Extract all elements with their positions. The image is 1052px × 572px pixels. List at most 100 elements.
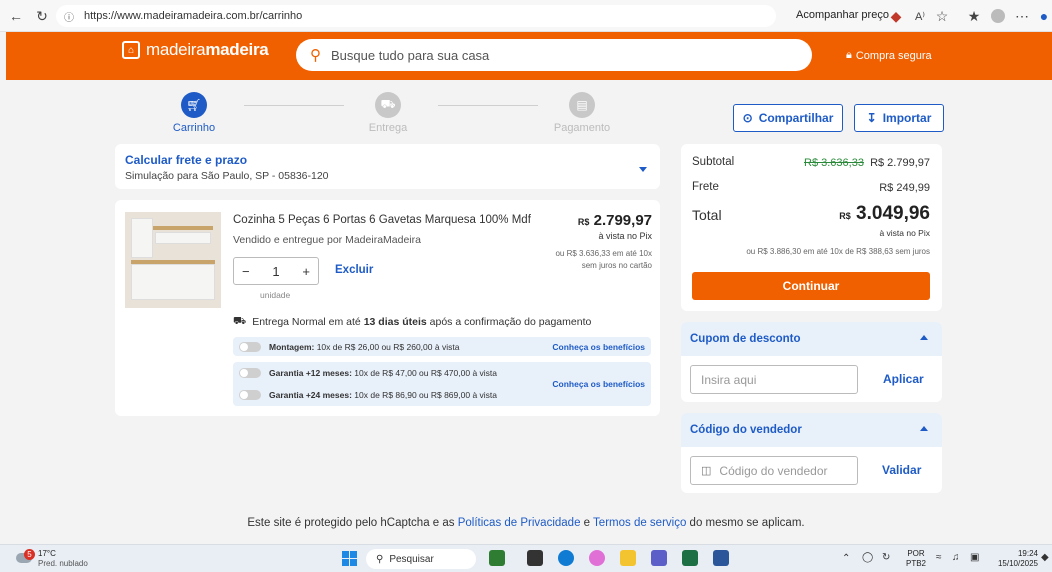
battery-icon[interactable]: ▣ xyxy=(970,552,979,563)
truck-icon: ⛟ xyxy=(233,315,247,327)
total-currency: R$ xyxy=(839,211,851,221)
continue-button[interactable]: Continuar xyxy=(692,272,930,300)
wifi-icon[interactable]: ≈ xyxy=(936,552,942,563)
site-logo[interactable]: ⌂ madeiramadeira xyxy=(122,40,269,60)
chevron-down-icon[interactable] xyxy=(639,167,647,172)
photos-app-icon[interactable] xyxy=(489,550,505,566)
terms-link[interactable]: Termos de serviço xyxy=(593,517,686,529)
coupon-input[interactable]: Insira aqui xyxy=(690,365,858,394)
volume-icon[interactable]: ♫ xyxy=(952,552,960,563)
seller-code-input[interactable]: ◫ Código do vendedor xyxy=(690,456,858,485)
cart-icon: 🛒︎ xyxy=(181,92,207,118)
frete-value: R$ 249,99 xyxy=(879,182,930,194)
tray-app-icon[interactable]: ◯ xyxy=(862,552,873,563)
task-view-icon[interactable] xyxy=(527,550,543,566)
product-name[interactable]: Cozinha 5 Peças 6 Portas 6 Gavetas Marqu… xyxy=(233,214,531,226)
plus-icon[interactable]: + xyxy=(302,264,310,279)
read-aloud-icon[interactable]: A⁾ xyxy=(910,6,930,26)
favorite-star-icon[interactable]: ☆ xyxy=(932,6,952,26)
chevron-up-icon[interactable] xyxy=(920,426,928,431)
service-row: Montagem: 10x de R$ 26,00 ou R$ 260,00 à… xyxy=(239,342,459,352)
copilot-app-icon[interactable] xyxy=(589,550,605,566)
privacy-link[interactable]: Políticas de Privacidade xyxy=(458,517,581,529)
copilot-icon[interactable]: ● xyxy=(1034,6,1052,26)
clock[interactable]: 19:24 15/10/2025 xyxy=(990,549,1038,569)
pix-note: à vista no Pix xyxy=(598,231,652,241)
benefits-link[interactable]: Conheça os benefícios xyxy=(552,379,645,389)
profile-icon[interactable] xyxy=(988,6,1008,26)
windows-start-icon[interactable] xyxy=(342,551,358,567)
taskbar-search[interactable]: ⚲ Pesquisar xyxy=(366,549,476,569)
import-icon: ↧ xyxy=(866,111,877,125)
chevron-up-icon[interactable] xyxy=(920,335,928,340)
service-detail: 10x de R$ 86,90 ou R$ 869,00 à vista xyxy=(351,390,498,400)
delivery-days: 13 dias úteis xyxy=(363,316,427,328)
share-label: Compartilhar xyxy=(758,111,834,125)
quantity-stepper: − 1 + xyxy=(233,257,319,285)
subtotal-value: R$ 3.636,33 R$ 2.799,97 xyxy=(760,157,930,169)
delivery-suffix: após a confirmação do pagamento xyxy=(426,316,592,328)
validate-button[interactable]: Validar xyxy=(882,463,921,477)
step-divider xyxy=(438,105,538,106)
quantity-value[interactable]: 1 xyxy=(272,264,279,279)
subtotal-old: R$ 3.636,33 xyxy=(804,157,864,169)
minus-icon[interactable]: − xyxy=(242,264,250,279)
word-icon[interactable] xyxy=(713,550,729,566)
search-icon: ⚲ xyxy=(376,553,384,565)
weather-icon[interactable]: 5 xyxy=(14,549,35,567)
share-button[interactable]: ⊙ Compartilhar xyxy=(733,104,843,132)
coupon-title: Cupom de desconto xyxy=(690,333,801,345)
shipping-calculator[interactable]: Calcular frete e prazo Simulação para Sã… xyxy=(115,144,660,189)
service-toggle[interactable] xyxy=(239,342,261,352)
delivery-info: ⛟ Entrega Normal em até 13 dias úteis ap… xyxy=(233,315,591,329)
apply-coupon-button[interactable]: Aplicar xyxy=(883,372,924,386)
file-explorer-icon[interactable] xyxy=(620,550,636,566)
service-toggle[interactable] xyxy=(239,368,261,378)
excel-icon[interactable] xyxy=(682,550,698,566)
coupon-header[interactable]: Cupom de desconto xyxy=(681,322,942,356)
clock-date: 15/10/2025 xyxy=(997,559,1038,568)
service-toggle[interactable] xyxy=(239,390,261,400)
weather-badge: 5 xyxy=(24,549,35,560)
import-button[interactable]: ↧ Importar xyxy=(854,104,944,132)
price-tag-icon[interactable]: ◆ xyxy=(886,6,906,26)
step-pagamento: ▤ Pagamento xyxy=(548,92,616,134)
search-icon: ⚲ xyxy=(310,47,321,64)
address-bar[interactable]: ⓘ https://www.madeiramadeira.com.br/carr… xyxy=(56,5,776,27)
back-icon[interactable]: ← xyxy=(6,6,26,26)
frete-label: Frete xyxy=(692,181,719,193)
benefits-link[interactable]: Conheça os benefícios xyxy=(552,342,645,352)
favorites-icon[interactable]: ★ xyxy=(964,6,984,26)
tray-sync-icon[interactable]: ↻ xyxy=(882,552,890,563)
teams-icon[interactable] xyxy=(651,550,667,566)
coupon-placeholder: Insira aqui xyxy=(701,372,757,387)
product-image[interactable] xyxy=(125,212,221,308)
notification-icon[interactable]: ◆ xyxy=(1041,552,1049,563)
more-icon[interactable]: ⋯ xyxy=(1012,6,1032,26)
lock-icon: 🔒︎ xyxy=(846,49,852,61)
share-icon: ⊙ xyxy=(742,111,753,125)
step-label: Pagamento xyxy=(553,122,611,134)
language-indicator[interactable]: POR PTB2 xyxy=(906,549,926,569)
search-input[interactable]: ⚲ Busque tudo para sua casa xyxy=(296,39,812,71)
step-divider xyxy=(244,105,344,106)
service-garantia: Garantia +12 meses: 10x de R$ 47,00 ou R… xyxy=(233,362,651,406)
site-info-icon[interactable]: ⓘ xyxy=(64,9,78,24)
footer-suffix: do mesmo se aplicam. xyxy=(686,517,805,529)
service-detail: 10x de R$ 47,00 ou R$ 470,00 à vista xyxy=(351,368,498,378)
truck-icon: ⛟ xyxy=(375,92,401,118)
seller-code-placeholder: Código do vendedor xyxy=(719,463,828,478)
credit-card-icon: ▤ xyxy=(569,92,595,118)
track-price-button[interactable]: Acompanhar preço xyxy=(796,9,889,21)
total-value: R$ 3.049,96 xyxy=(760,203,930,225)
weather-widget[interactable]: 17°C Pred. nublado xyxy=(38,549,88,569)
delivery-prefix: Entrega Normal em até xyxy=(252,316,364,328)
seller-code-header[interactable]: Código do vendedor xyxy=(681,413,942,447)
total-label: Total xyxy=(692,207,722,223)
remove-button[interactable]: Excluir xyxy=(335,264,373,276)
tray-chevron-icon[interactable]: ⌃ xyxy=(842,553,850,564)
edge-browser-icon[interactable] xyxy=(558,550,574,566)
lang-primary: POR xyxy=(907,549,925,558)
refresh-icon[interactable]: ↻ xyxy=(32,6,52,26)
service-row: Garantia +12 meses: 10x de R$ 47,00 ou R… xyxy=(239,368,497,378)
